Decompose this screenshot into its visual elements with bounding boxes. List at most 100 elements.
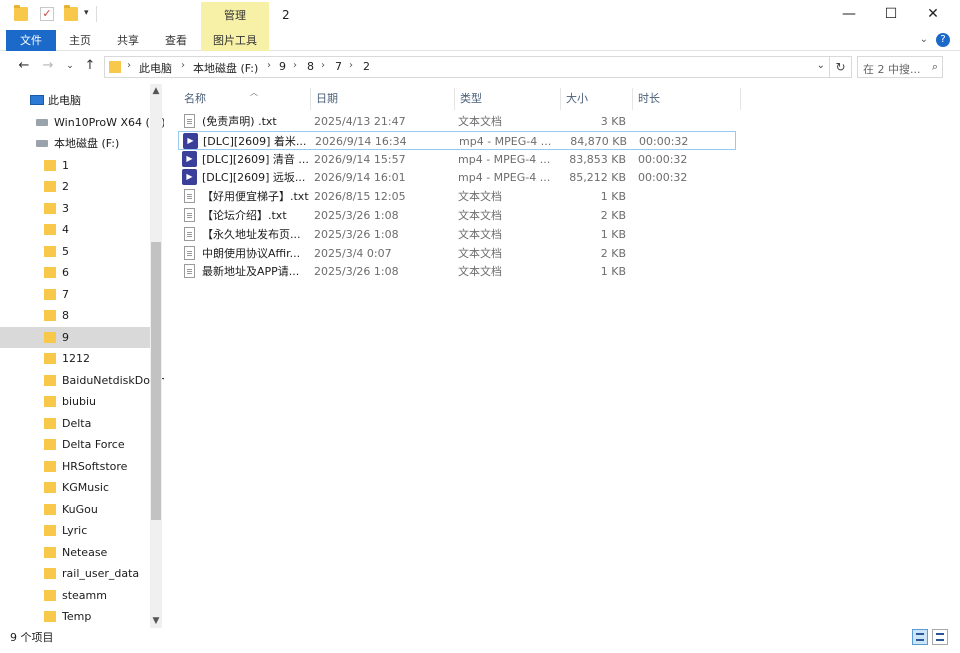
tree-item[interactable]: Delta Force	[0, 434, 150, 455]
chevron-right-icon[interactable]: ›	[293, 60, 297, 71]
maximize-button[interactable]: ☐	[880, 4, 902, 24]
chevron-right-icon[interactable]: ›	[321, 60, 325, 71]
file-row[interactable]: 最新地址及APP请... 2025/3/26 1:08 文本文档 1 KB	[178, 262, 736, 281]
divider	[96, 6, 97, 22]
forward-button[interactable]: →	[40, 58, 56, 74]
tree-item[interactable]: BaiduNetdiskDownload	[0, 370, 164, 391]
scroll-up-icon[interactable]: ▲	[150, 86, 162, 96]
breadcrumb-7[interactable]: 7	[335, 60, 342, 73]
new-folder-icon[interactable]	[64, 5, 78, 21]
tree-item[interactable]: Temp	[0, 606, 150, 627]
file-row[interactable]: ▶ [DLC][2609] 远坂... 2026/9/14 16:01 mp4 - M…	[178, 168, 736, 187]
back-button[interactable]: ←	[16, 58, 32, 74]
tree-item[interactable]: Delta	[0, 413, 150, 434]
breadcrumb-this-pc[interactable]: 此电脑	[139, 60, 172, 76]
tree-item[interactable]: HRSoftstore	[0, 456, 150, 477]
folder-icon	[44, 439, 56, 450]
folder-icon	[44, 568, 56, 579]
tree-item[interactable]: steamm	[0, 585, 150, 606]
folder-icon	[44, 181, 56, 192]
scrollbar-thumb[interactable]	[151, 242, 161, 520]
file-name: 【好用便宜梯子】.txt	[202, 190, 309, 204]
column-divider[interactable]	[310, 88, 311, 110]
minimize-button[interactable]: —	[838, 4, 860, 24]
tab-picture-tools[interactable]: 图片工具	[201, 30, 269, 51]
tree-item[interactable]: 1	[0, 155, 150, 176]
file-row[interactable]: ▶ [DLC][2609] 着米... 2026/9/14 16:34 mp4 - M…	[178, 130, 736, 150]
tree-item[interactable]: Win10ProW X64 (C:)	[0, 112, 164, 133]
column-header-type[interactable]: 类型	[460, 88, 482, 110]
navigation-pane-scrollbar[interactable]: ▲ ▼	[150, 84, 162, 628]
column-header-date[interactable]: 日期	[316, 88, 338, 110]
chevron-right-icon[interactable]: ›	[127, 60, 131, 71]
tab-share[interactable]: 共享	[112, 30, 144, 51]
tree-item[interactable]: KGMusic	[0, 477, 150, 498]
breadcrumb-drive-f[interactable]: 本地磁盘 (F:)	[193, 60, 258, 76]
scroll-down-icon[interactable]: ▼	[150, 616, 162, 626]
tree-item[interactable]: 5	[0, 241, 150, 262]
tree-item[interactable]: Netease	[0, 542, 150, 563]
breadcrumb-2[interactable]: 2	[363, 60, 370, 73]
file-row[interactable]: ▶ [DLC][2609] 清音 ... 2026/9/14 15:57 mp4 - …	[178, 150, 736, 169]
file-row[interactable]: 【好用便宜梯子】.txt 2026/8/15 12:05 文本文档 1 KB	[178, 187, 736, 206]
column-header-size[interactable]: 大小	[566, 88, 588, 110]
tree-item[interactable]: rail_user_data	[0, 563, 150, 584]
file-row[interactable]: 中朗使用协议Affir... 2025/3/4 0:07 文本文档 2 KB	[178, 244, 736, 263]
file-date: 2026/9/14 16:01	[314, 171, 406, 185]
tree-item[interactable]: 8	[0, 305, 150, 326]
manage-context-tab[interactable]: 管理	[201, 2, 269, 30]
file-size: 2 KB	[600, 209, 626, 222]
column-divider[interactable]	[632, 88, 633, 110]
up-button[interactable]: ↑	[82, 58, 98, 74]
chevron-right-icon[interactable]: ›	[349, 60, 353, 71]
tree-item[interactable]: 6	[0, 262, 150, 283]
chevron-right-icon[interactable]: ›	[267, 60, 271, 71]
customize-quick-access-icon[interactable]: ▾	[84, 8, 89, 18]
recent-locations-icon[interactable]: ⌄	[62, 58, 78, 74]
address-dropdown-icon[interactable]: ⌄	[817, 60, 825, 71]
file-row[interactable]: 【永久地址发布页... 2025/3/26 1:08 文本文档 1 KB	[178, 225, 736, 244]
folder-icon	[109, 61, 121, 73]
breadcrumb-9[interactable]: 9	[279, 60, 286, 73]
tab-home[interactable]: 主页	[64, 30, 96, 51]
tree-item[interactable]: 3	[0, 198, 150, 219]
file-date: 2026/8/15 12:05	[314, 190, 406, 204]
tree-item[interactable]: 1212	[0, 348, 150, 369]
chevron-right-icon[interactable]: ›	[181, 60, 185, 71]
tree-item[interactable]: Lyric	[0, 520, 150, 541]
file-row[interactable]: 【论坛介绍】.txt 2025/3/26 1:08 文本文档 2 KB	[178, 206, 736, 225]
tree-item[interactable]: biubiu	[0, 391, 150, 412]
help-button[interactable]: ?	[936, 33, 950, 47]
column-divider[interactable]	[740, 88, 741, 110]
tab-view[interactable]: 查看	[160, 30, 192, 51]
tree-item[interactable]: 2	[0, 176, 150, 197]
column-divider[interactable]	[560, 88, 561, 110]
tree-item-label: 9	[62, 330, 69, 344]
refresh-button[interactable]: ↻	[830, 56, 852, 78]
column-divider[interactable]	[454, 88, 455, 110]
column-header-name[interactable]: ︿ 名称	[184, 88, 258, 110]
address-bar[interactable]: › 此电脑 › 本地磁盘 (F:) › 9 › 8 › 7 › 2 ⌄	[104, 56, 830, 78]
tree-item[interactable]: 9	[0, 326, 150, 348]
search-input[interactable]: 在 2 中搜... ⌕	[857, 56, 943, 78]
tree-item-label: Delta	[62, 416, 92, 430]
close-button[interactable]: ✕	[922, 4, 944, 24]
breadcrumb-8[interactable]: 8	[307, 60, 314, 73]
tab-file[interactable]: 文件	[6, 30, 56, 51]
column-header-duration[interactable]: 时长	[638, 88, 660, 110]
tree-item[interactable]: 4	[0, 219, 150, 240]
file-row[interactable]: (免责声明) .txt 2025/4/13 21:47 文本文档 3 KB	[178, 112, 736, 131]
folder-icon	[44, 503, 56, 515]
expand-ribbon-icon[interactable]: ⌄	[920, 34, 928, 45]
properties-icon[interactable]: ✓	[40, 7, 54, 21]
tree-item-label: HRSoftstore	[62, 459, 128, 473]
tree-item[interactable]: KuGou	[0, 499, 150, 520]
details-view-button[interactable]	[912, 629, 928, 645]
tree-item-label: BaiduNetdiskDownload	[62, 373, 164, 387]
tree-item[interactable]: 此电脑	[0, 90, 150, 111]
folder-icon	[44, 245, 56, 257]
file-type: 文本文档	[458, 265, 502, 279]
large-icons-view-button[interactable]	[932, 629, 948, 645]
tree-item[interactable]: 本地磁盘 (F:)	[0, 133, 150, 154]
tree-item[interactable]: 7	[0, 284, 150, 305]
